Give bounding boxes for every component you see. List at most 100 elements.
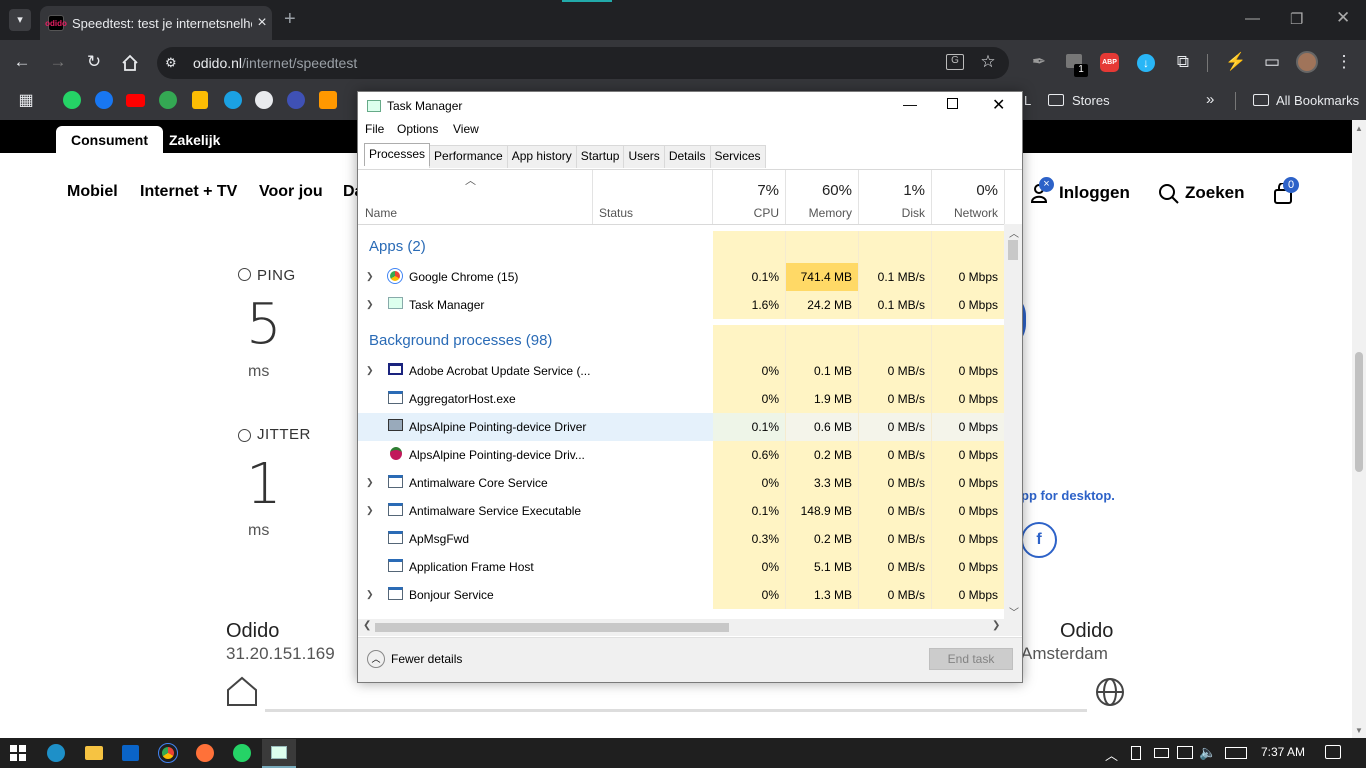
address-bar[interactable]: odido.nl/internet/speedtest: [157, 47, 1009, 79]
process-row[interactable]: ❯ Google Chrome (15) 0.1% 741.4 MB 0.1 MB/s 0…: [358, 263, 1004, 291]
tab-users[interactable]: Users: [623, 145, 665, 168]
keyboard-icon[interactable]: [1225, 747, 1247, 759]
restore-window-icon[interactable]: ❐: [1290, 10, 1303, 28]
process-row[interactable]: Application Frame Host 0% 5.1 MB 0 MB/s 0 Mb…: [358, 553, 1004, 581]
clock[interactable]: 7:37 AM: [1261, 745, 1305, 759]
expand-chevron-icon[interactable]: ❯: [366, 299, 374, 310]
pb-bookmark-icon[interactable]: [287, 91, 305, 109]
tm-scroll-down-arrow[interactable]: ﹀: [1009, 604, 1019, 619]
fewer-details-button[interactable]: ︿ Fewer details: [367, 650, 462, 668]
col-name[interactable]: ︿ Name: [358, 170, 593, 224]
process-row[interactable]: ❯ Antimalware Service Executable 0.1% 148.9…: [358, 497, 1004, 525]
col-memory[interactable]: 60% Memory: [786, 170, 859, 224]
process-row[interactable]: AlpsAlpine Pointing-device Driv... 0.6% 0.…: [358, 441, 1004, 469]
forward-icon[interactable]: →: [46, 52, 70, 72]
col-status[interactable]: Status: [593, 170, 713, 224]
taskmanager-taskbar-icon[interactable]: [262, 739, 296, 768]
process-row[interactable]: ❯ Task Manager 1.6% 24.2 MB 0.1 MB/s 0 Mbps: [358, 291, 1004, 319]
openai-bookmark-icon[interactable]: [255, 91, 273, 109]
chrome-menu-icon[interactable]: ⋮: [1332, 52, 1356, 72]
scroll-up-arrow[interactable]: ▲: [1355, 124, 1363, 133]
tm-minimize-icon[interactable]: —: [903, 96, 917, 112]
tab-close-icon[interactable]: ×: [252, 14, 272, 32]
site-info-icon[interactable]: ⚙: [165, 55, 177, 71]
group-background[interactable]: Background processes (98): [358, 325, 1004, 357]
whatsapp-taskbar-icon[interactable]: [233, 744, 251, 762]
adblock-plus-icon[interactable]: ABP: [1100, 53, 1119, 72]
login-link[interactable]: Inloggen: [1059, 183, 1130, 203]
all-bookmarks[interactable]: All Bookmarks: [1276, 93, 1359, 108]
download-extension-icon[interactable]: ↓: [1137, 54, 1155, 72]
expand-chevron-icon[interactable]: ❯: [366, 589, 374, 600]
home-icon[interactable]: [120, 54, 140, 72]
tm-menu-file[interactable]: File: [365, 122, 384, 136]
page-scroll-thumb[interactable]: [1355, 352, 1363, 472]
process-row[interactable]: ❯ Adobe Acrobat Update Service (... 0% 0.1 …: [358, 357, 1004, 385]
facebook-bookmark-icon[interactable]: [95, 91, 113, 109]
outlook-taskbar-icon[interactable]: [122, 745, 139, 761]
search-icon[interactable]: [1158, 183, 1180, 205]
group-apps[interactable]: Apps (2): [358, 231, 1004, 263]
network-icon[interactable]: [1177, 746, 1193, 759]
segment-business[interactable]: Zakelijk: [154, 126, 235, 154]
bookmark-star-icon[interactable]: ☆: [976, 52, 1000, 72]
bookmark-stores[interactable]: Stores: [1072, 93, 1110, 108]
tm-menu-view[interactable]: View: [453, 122, 479, 136]
tm-scroll-left-arrow[interactable]: ❮: [363, 620, 371, 631]
tab-speedtest[interactable]: odido Speedtest: test je internetsnelhe …: [40, 6, 272, 40]
tm-scroll-thumb[interactable]: [1008, 240, 1018, 260]
nav-mobiel[interactable]: Mobiel: [67, 183, 118, 201]
tab-app-history[interactable]: App history: [506, 145, 577, 168]
col-disk[interactable]: 1% Disk: [859, 170, 932, 224]
expand-chevron-icon[interactable]: ❯: [366, 477, 374, 488]
process-row[interactable]: ❯ Antimalware Core Service 0% 3.3 MB 0 MB/s 0…: [358, 469, 1004, 497]
tm-titlebar[interactable]: Task Manager: [358, 92, 1022, 120]
process-row[interactable]: ApMsgFwd 0.3% 0.2 MB 0 MB/s 0 Mbps: [358, 525, 1004, 553]
performance-icon[interactable]: ⚡: [1224, 52, 1248, 72]
end-task-button[interactable]: End task: [929, 648, 1013, 670]
explorer-taskbar-icon[interactable]: [85, 746, 103, 760]
tm-scroll-right-arrow[interactable]: ❯: [992, 620, 1000, 631]
apps-grid-icon[interactable]: ▦: [14, 90, 38, 110]
desktop-app-link[interactable]: pp for desktop.: [1021, 488, 1115, 503]
tm-horizontal-scrollbar[interactable]: ❮ ❯: [358, 619, 1022, 636]
expand-chevron-icon[interactable]: ❯: [366, 271, 374, 282]
back-icon[interactable]: ←: [10, 52, 34, 72]
translate-icon[interactable]: G: [946, 54, 964, 70]
tm-scroll-up-arrow[interactable]: ︿: [1009, 225, 1019, 240]
nav-internet-tv[interactable]: Internet + TV: [140, 183, 237, 201]
keep-bookmark-icon[interactable]: [192, 91, 208, 109]
search-link[interactable]: Zoeken: [1185, 183, 1245, 203]
col-network[interactable]: 0% Network: [932, 170, 1005, 224]
tray-device-icon[interactable]: [1131, 746, 1141, 760]
tm-menu-options[interactable]: Options: [397, 122, 438, 136]
col-cpu[interactable]: 7% CPU: [713, 170, 786, 224]
tab-processes[interactable]: Processes: [364, 143, 431, 166]
tm-maximize-icon[interactable]: [947, 98, 958, 109]
start-windows-icon[interactable]: [10, 745, 26, 761]
tm-vertical-scrollbar[interactable]: ︿ ﹀: [1004, 224, 1022, 620]
segment-consumer[interactable]: Consument: [56, 126, 163, 153]
tab-search-button[interactable]: ▾: [9, 9, 31, 31]
new-tab-button[interactable]: +: [284, 8, 296, 31]
tab-performance[interactable]: Performance: [429, 145, 508, 168]
volume-icon[interactable]: 🔈: [1199, 744, 1216, 761]
process-row[interactable]: AggregatorHost.exe 0% 1.9 MB 0 MB/s 0 Mbps: [358, 385, 1004, 413]
expand-chevron-icon[interactable]: ❯: [366, 365, 374, 376]
tray-overflow-icon[interactable]: ︿: [1105, 745, 1118, 764]
process-row[interactable]: AlpsAlpine Pointing-device Driver 0.1% 0.6…: [358, 413, 1004, 441]
edge-bookmark-icon[interactable]: [224, 91, 242, 109]
battery-icon[interactable]: [1154, 748, 1169, 758]
tab-startup[interactable]: Startup: [575, 145, 625, 168]
f-bookmark-icon[interactable]: [319, 91, 337, 109]
tm-hscroll-thumb[interactable]: [375, 623, 729, 632]
facebook-share-icon[interactable]: f: [1021, 522, 1057, 558]
reload-icon[interactable]: ↻: [82, 52, 106, 72]
notifications-icon[interactable]: [1325, 745, 1341, 759]
extension-feather-icon[interactable]: ✒: [1027, 52, 1051, 72]
close-window-icon[interactable]: ✕: [1336, 8, 1350, 28]
extensions-puzzle-icon[interactable]: ⧉: [1171, 52, 1195, 72]
scroll-down-arrow[interactable]: ▼: [1355, 726, 1363, 735]
tab-services[interactable]: Services: [709, 145, 766, 168]
process-row[interactable]: ❯ Bonjour Service 0% 1.3 MB 0 MB/s 0 Mbps: [358, 581, 1004, 609]
